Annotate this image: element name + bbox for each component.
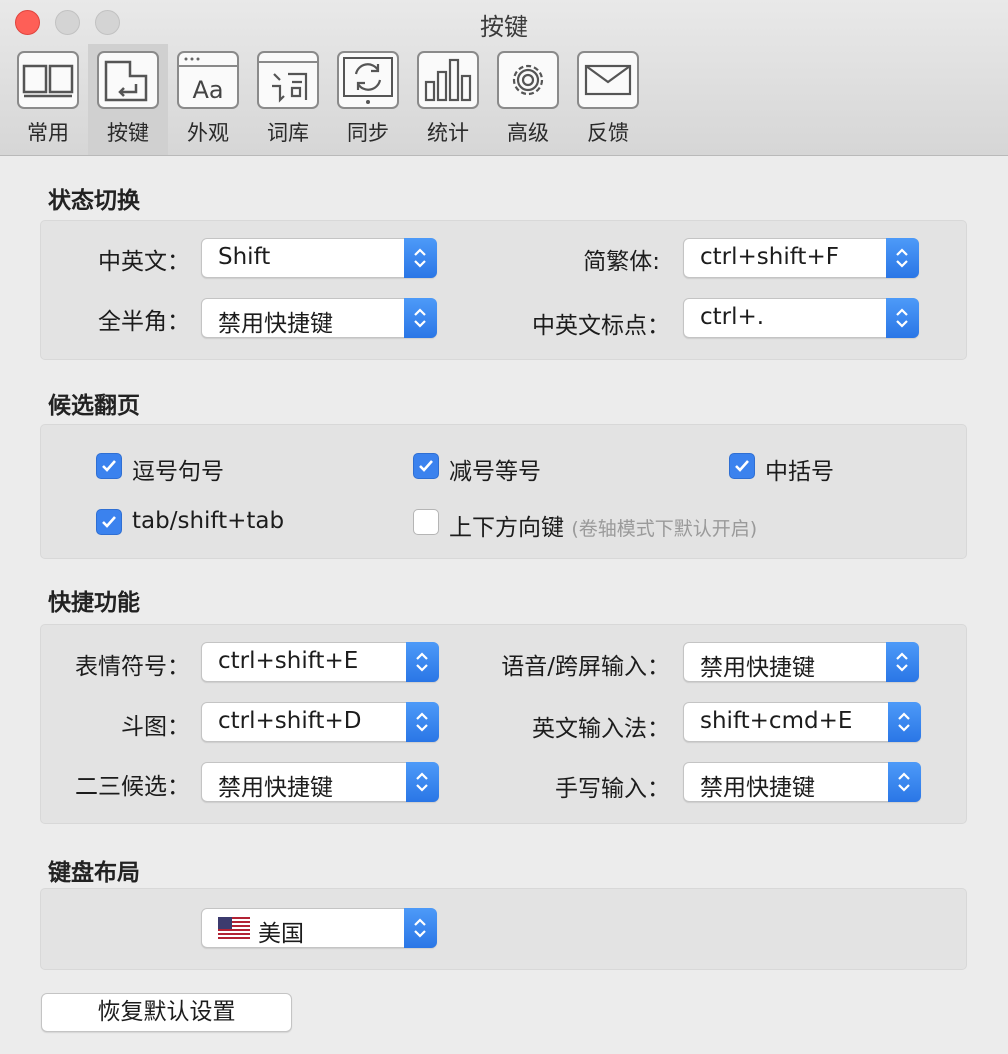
updown-arrows-icon [886, 642, 919, 682]
updown-arrows-icon [888, 702, 921, 742]
updown-arrows-icon [888, 762, 921, 802]
popup-value: ctrl+shift+D [218, 708, 362, 734]
second-third-popup[interactable]: 禁用快捷键 [201, 762, 439, 802]
full-half-popup[interactable]: 禁用快捷键 [201, 298, 437, 338]
section-title-state-switch: 状态切换 [48, 188, 140, 214]
window-title: 按键 [480, 13, 528, 41]
section-title-shortcuts: 快捷功能 [48, 590, 140, 616]
tab-label: 同步 [347, 121, 389, 145]
preferences-window: 按键 常用 按键 Aa 外观 词库 同步 统计 高级 反馈 状态切换 中英文： … [0, 0, 1008, 1054]
updown-arrows-icon [404, 908, 437, 948]
simp-trad-label: 简繁体: [583, 249, 660, 275]
tab-dictionary[interactable]: 词库 [248, 44, 328, 155]
tab-label: 按键 [107, 121, 149, 145]
full-half-label: 全半角： [98, 309, 190, 335]
popup-value: ctrl+shift+F [700, 244, 839, 270]
restore-defaults-button[interactable]: 恢复默认设置 [41, 993, 292, 1032]
arrow-keys-text: 上下方向键 [449, 515, 564, 541]
arrow-keys-label: 上下方向键 (卷轴模式下默认开启) [449, 508, 757, 542]
popup-value: 禁用快捷键 [218, 775, 333, 801]
tab-label: 外观 [187, 121, 229, 145]
keyboard-enter-icon [97, 51, 159, 109]
popup-value: 禁用快捷键 [218, 311, 333, 337]
tab-label: 常用 [27, 121, 69, 145]
updown-arrows-icon [406, 642, 439, 682]
updown-arrows-icon [886, 298, 919, 338]
tab-shift-tab-checkbox[interactable] [96, 509, 122, 535]
keyboard-layout-group [40, 888, 967, 970]
dictionary-icon [257, 51, 319, 109]
popup-value: 禁用快捷键 [700, 655, 815, 681]
simp-trad-popup[interactable]: ctrl+shift+F [683, 238, 919, 278]
tab-statistics[interactable]: 统计 [408, 44, 488, 155]
doutu-label: 斗图： [121, 714, 190, 740]
voice-popup[interactable]: 禁用快捷键 [683, 642, 919, 682]
tab-label: 词库 [267, 121, 309, 145]
updown-arrows-icon [404, 298, 437, 338]
font-appearance-icon: Aa [177, 51, 239, 109]
cn-en-popup[interactable]: Shift [201, 238, 437, 278]
arrow-keys-checkbox[interactable] [413, 509, 439, 535]
cn-en-punct-label: 中英文标点： [532, 313, 670, 339]
emoji-popup[interactable]: ctrl+shift+E [201, 642, 439, 682]
tab-sync[interactable]: 同步 [328, 44, 408, 155]
tab-label: 反馈 [587, 121, 629, 145]
bar-chart-icon [417, 51, 479, 109]
tab-general[interactable]: 常用 [8, 44, 88, 155]
layout-icon [17, 51, 79, 109]
handwriting-label: 手写输入： [555, 776, 670, 802]
handwriting-popup[interactable]: 禁用快捷键 [683, 762, 921, 802]
section-title-paging: 候选翻页 [48, 393, 140, 419]
popup-value: Shift [218, 244, 271, 270]
minus-equal-checkbox[interactable] [413, 453, 439, 479]
tab-label: 高级 [507, 121, 549, 145]
mail-icon [577, 51, 639, 109]
cn-en-label: 中英文： [98, 249, 190, 275]
tab-label: 统计 [427, 121, 469, 145]
popup-value: shift+cmd+E [700, 708, 853, 734]
svg-text:Aa: Aa [192, 76, 223, 104]
comma-period-label: 逗号句号 [132, 459, 224, 485]
emoji-label: 表情符号： [75, 654, 190, 680]
tab-feedback[interactable]: 反馈 [568, 44, 648, 155]
updown-arrows-icon [406, 762, 439, 802]
popup-value: 禁用快捷键 [700, 775, 815, 801]
updown-arrows-icon [886, 238, 919, 278]
gear-icon [497, 51, 559, 109]
tab-keys[interactable]: 按键 [88, 44, 168, 155]
keyboard-layout-popup[interactable]: 美国 [201, 908, 437, 948]
section-title-keyboard-layout: 键盘布局 [48, 860, 140, 886]
brackets-label: 中括号 [765, 459, 834, 485]
english-ime-popup[interactable]: shift+cmd+E [683, 702, 921, 742]
popup-value: ctrl+. [700, 304, 765, 330]
sync-icon [337, 51, 399, 109]
second-third-label: 二三候选： [75, 774, 190, 800]
us-flag-icon [218, 917, 250, 939]
updown-arrows-icon [406, 702, 439, 742]
tab-appearance[interactable]: Aa 外观 [168, 44, 248, 155]
title-bar: 按键 常用 按键 Aa 外观 词库 同步 统计 高级 反馈 [0, 0, 1008, 156]
minus-equal-label: 减号等号 [449, 459, 541, 485]
brackets-checkbox[interactable] [729, 453, 755, 479]
tab-shift-tab-label: tab/shift+tab [132, 508, 285, 534]
doutu-popup[interactable]: ctrl+shift+D [201, 702, 439, 742]
tab-advanced[interactable]: 高级 [488, 44, 568, 155]
comma-period-checkbox[interactable] [96, 453, 122, 479]
updown-arrows-icon [404, 238, 437, 278]
popup-value: ctrl+shift+E [218, 648, 359, 674]
voice-label: 语音/跨屏输入： [501, 654, 670, 680]
english-ime-label: 英文输入法： [532, 716, 670, 742]
cn-en-punct-popup[interactable]: ctrl+. [683, 298, 919, 338]
arrow-keys-hint: (卷轴模式下默认开启) [571, 518, 758, 540]
popup-value: 美国 [258, 921, 304, 947]
